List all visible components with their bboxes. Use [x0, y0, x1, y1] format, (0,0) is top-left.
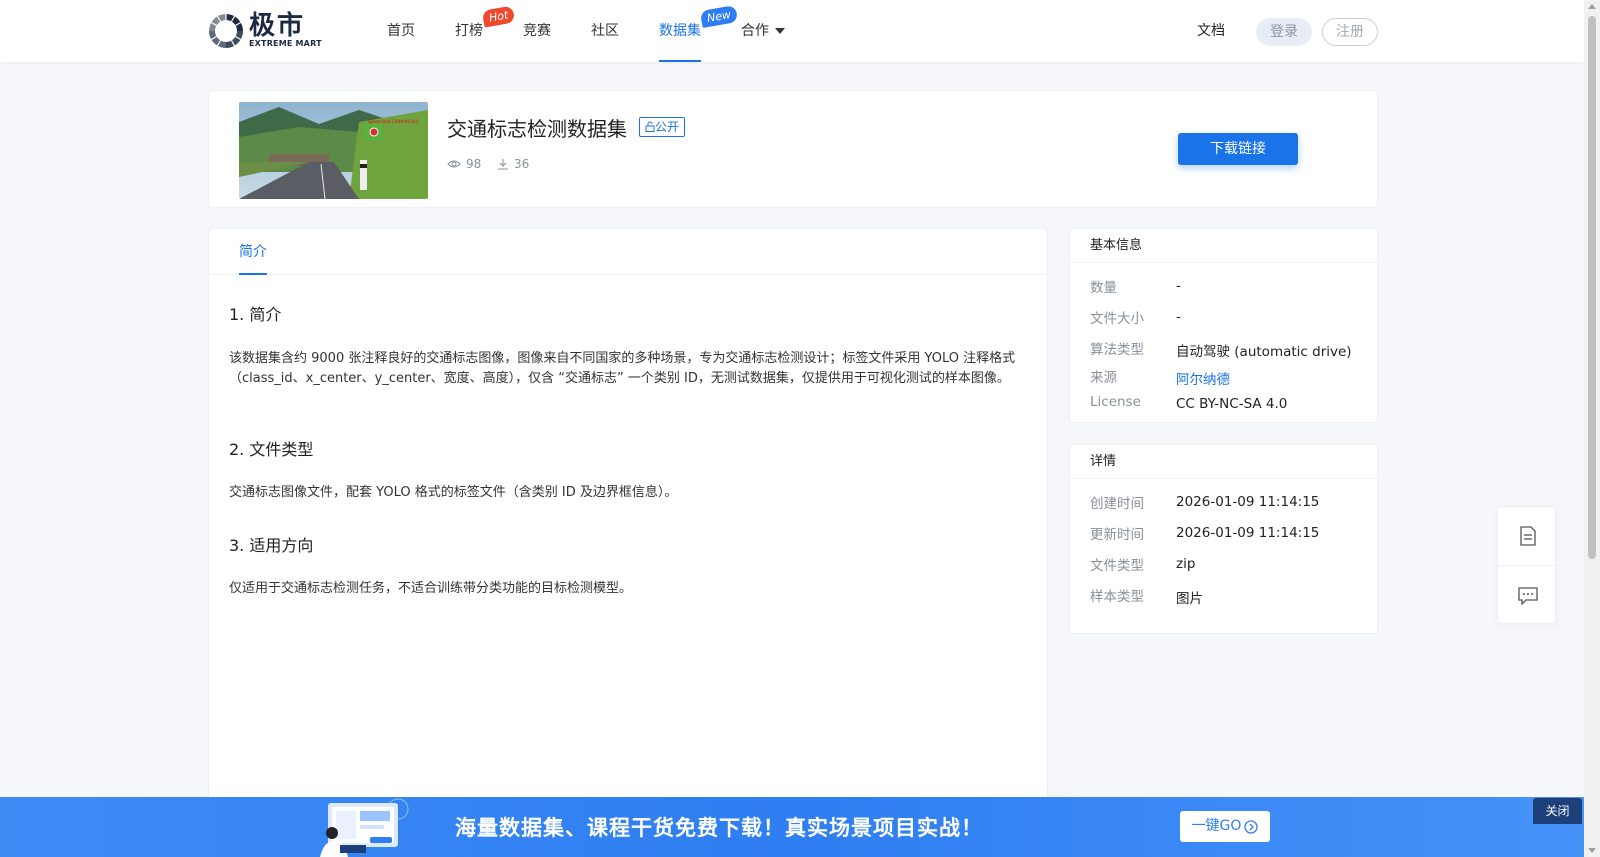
intro-panel: 简介 1. 简介 该数据集含约 9000 张注释良好的交通标志图像，图像来自不同… — [208, 228, 1048, 857]
detail-key: 文件类型 — [1090, 558, 1144, 574]
basic-info-card: 基本信息 数量 - 文件大小 - 算法类型 自动驾驶 (automatic drive… — [1069, 228, 1378, 423]
detail-value: zip — [1176, 556, 1196, 572]
visibility-tag: 公开 — [639, 117, 686, 137]
page-scrollbar[interactable] — [1584, 0, 1600, 857]
detail-row-sampletype: 样本类型 图片 — [1090, 585, 1203, 607]
detail-value: 2026-01-09 11:14:15 — [1176, 525, 1320, 541]
download-icon — [498, 159, 508, 170]
info-value: 自动驾驶 (automatic drive) — [1176, 344, 1352, 360]
brand-name: 极市 — [249, 11, 306, 41]
scroll-thumb[interactable] — [1588, 16, 1596, 559]
detail-value: 图片 — [1176, 591, 1203, 607]
dataset-header-card: Speed limit (70km/h) 0.9 交通标志检测数据集 公开 98… — [208, 90, 1378, 208]
nav-competition[interactable]: 竞赛 — [523, 0, 551, 62]
download-link-button[interactable]: 下载链接 — [1178, 133, 1298, 165]
info-key: 来源 — [1090, 370, 1117, 386]
info-row-algorithm: 算法类型 自动驾驶 (automatic drive) — [1090, 338, 1352, 360]
detail-row-filetype: 文件类型 zip — [1090, 554, 1195, 574]
downloads-stat: 36 — [497, 157, 529, 171]
downloads-count: 36 — [514, 157, 530, 171]
register-button[interactable]: 注册 — [1322, 18, 1378, 46]
banner-illustration — [320, 798, 409, 857]
nav-home-label: 首页 — [387, 23, 415, 39]
nav-leaderboard[interactable]: 打榜 Hot — [455, 0, 516, 62]
views-stat: 98 — [447, 157, 481, 171]
brand-logo[interactable]: 极市 EXTREME MART — [207, 12, 322, 50]
tab-bar: 简介 — [209, 229, 1047, 275]
document-button[interactable] — [1498, 507, 1557, 566]
docs-link[interactable]: 文档 — [1197, 0, 1225, 62]
svg-text:Speed limit (70km/h) 0.9: Speed limit (70km/h) 0.9 — [368, 119, 418, 124]
info-row-size: 文件大小 - — [1090, 307, 1181, 327]
go-button-label: 一键GO — [1191, 818, 1242, 834]
chevron-down-icon — [775, 28, 785, 34]
detail-key: 更新时间 — [1090, 527, 1144, 543]
nav-community-label: 社区 — [591, 23, 619, 39]
detail-value: 2026-01-09 11:14:15 — [1176, 494, 1320, 510]
info-key: 数量 — [1090, 280, 1117, 296]
visibility-label: 公开 — [655, 120, 680, 134]
nav-cooperation[interactable]: 合作 — [741, 0, 785, 62]
chat-icon — [1517, 586, 1538, 605]
section-heading-intro: 1. 简介 — [229, 305, 282, 324]
detail-key: 样本类型 — [1090, 589, 1144, 605]
banner-close-button[interactable]: 关闭 — [1533, 798, 1582, 824]
dataset-thumbnail: Speed limit (70km/h) 0.9 — [239, 102, 428, 199]
scroll-down-arrow-icon[interactable] — [1588, 848, 1596, 853]
detail-key: 创建时间 — [1090, 496, 1144, 512]
info-row-count: 数量 - — [1090, 276, 1181, 296]
nav-leaderboard-label: 打榜 — [455, 23, 483, 39]
info-key: 文件大小 — [1090, 311, 1144, 327]
nav-home[interactable]: 首页 — [387, 0, 415, 62]
logo-mark-icon — [209, 14, 243, 48]
section-text-intro: 该数据集含约 9000 张注释良好的交通标志图像，图像来自不同国家的多种场景，专… — [229, 351, 1016, 386]
chat-button[interactable] — [1498, 566, 1557, 625]
scroll-up-arrow-icon[interactable] — [1588, 4, 1596, 9]
banner-text: 海量数据集、课程干货免费下载！真实场景项目实战！ — [455, 816, 983, 840]
info-key: 算法类型 — [1090, 342, 1144, 358]
new-badge: New — [699, 5, 739, 28]
info-value: - — [1176, 309, 1181, 325]
info-value: CC BY-NC-SA 4.0 — [1176, 396, 1288, 412]
eye-icon — [447, 160, 461, 168]
section-text-filetype: 交通标志图像文件，配套 YOLO 格式的标签文件（含类别 ID 及边界框信息）。 — [229, 485, 678, 500]
nav-competition-label: 竞赛 — [523, 23, 551, 39]
hot-badge: Hot — [481, 5, 516, 28]
floating-toolbar — [1497, 506, 1557, 625]
promo-banner[interactable]: 海量数据集、课程干货免费下载！真实场景项目实战！ 一键GO — [0, 797, 1584, 857]
info-key: License — [1090, 394, 1141, 410]
views-count: 98 — [466, 157, 482, 171]
nav-datasets-label: 数据集 — [659, 23, 701, 39]
section-heading-usage: 3. 适用方向 — [229, 536, 314, 555]
source-link[interactable]: 阿尔纳德 — [1176, 368, 1230, 388]
top-navbar: 极市 EXTREME MART 首页 打榜 Hot 竞赛 社区 数据集 New … — [0, 0, 1584, 62]
go-button[interactable]: 一键GO — [1180, 811, 1270, 842]
nav-cooperation-label: 合作 — [741, 23, 769, 39]
detail-row-updated: 更新时间 2026-01-09 11:14:15 — [1090, 523, 1319, 543]
basic-info-title: 基本信息 — [1070, 229, 1377, 263]
info-row-source: 来源 阿尔纳德 — [1090, 366, 1230, 388]
info-value: - — [1176, 278, 1181, 294]
details-title: 详情 — [1070, 445, 1377, 479]
login-button[interactable]: 登录 — [1256, 18, 1312, 46]
dataset-title: 交通标志检测数据集 — [447, 117, 627, 141]
arrow-right-circle-icon — [1244, 819, 1259, 834]
document-icon — [1519, 526, 1536, 546]
nav-community[interactable]: 社区 — [591, 0, 619, 62]
brand-subtitle: EXTREME MART — [249, 39, 322, 48]
section-heading-filetype: 2. 文件类型 — [229, 440, 314, 459]
unlock-icon — [645, 121, 655, 132]
details-card: 详情 创建时间 2026-01-09 11:14:15 更新时间 2026-01-0… — [1069, 444, 1378, 634]
section-text-usage: 仅适用于交通标志检测任务，不适合训练带分类功能的目标检测模型。 — [229, 581, 633, 596]
nav-datasets[interactable]: 数据集 New — [659, 0, 739, 62]
tab-intro[interactable]: 简介 — [239, 229, 267, 275]
detail-row-created: 创建时间 2026-01-09 11:14:15 — [1090, 492, 1319, 512]
info-row-license: License CC BY-NC-SA 4.0 — [1090, 394, 1287, 412]
